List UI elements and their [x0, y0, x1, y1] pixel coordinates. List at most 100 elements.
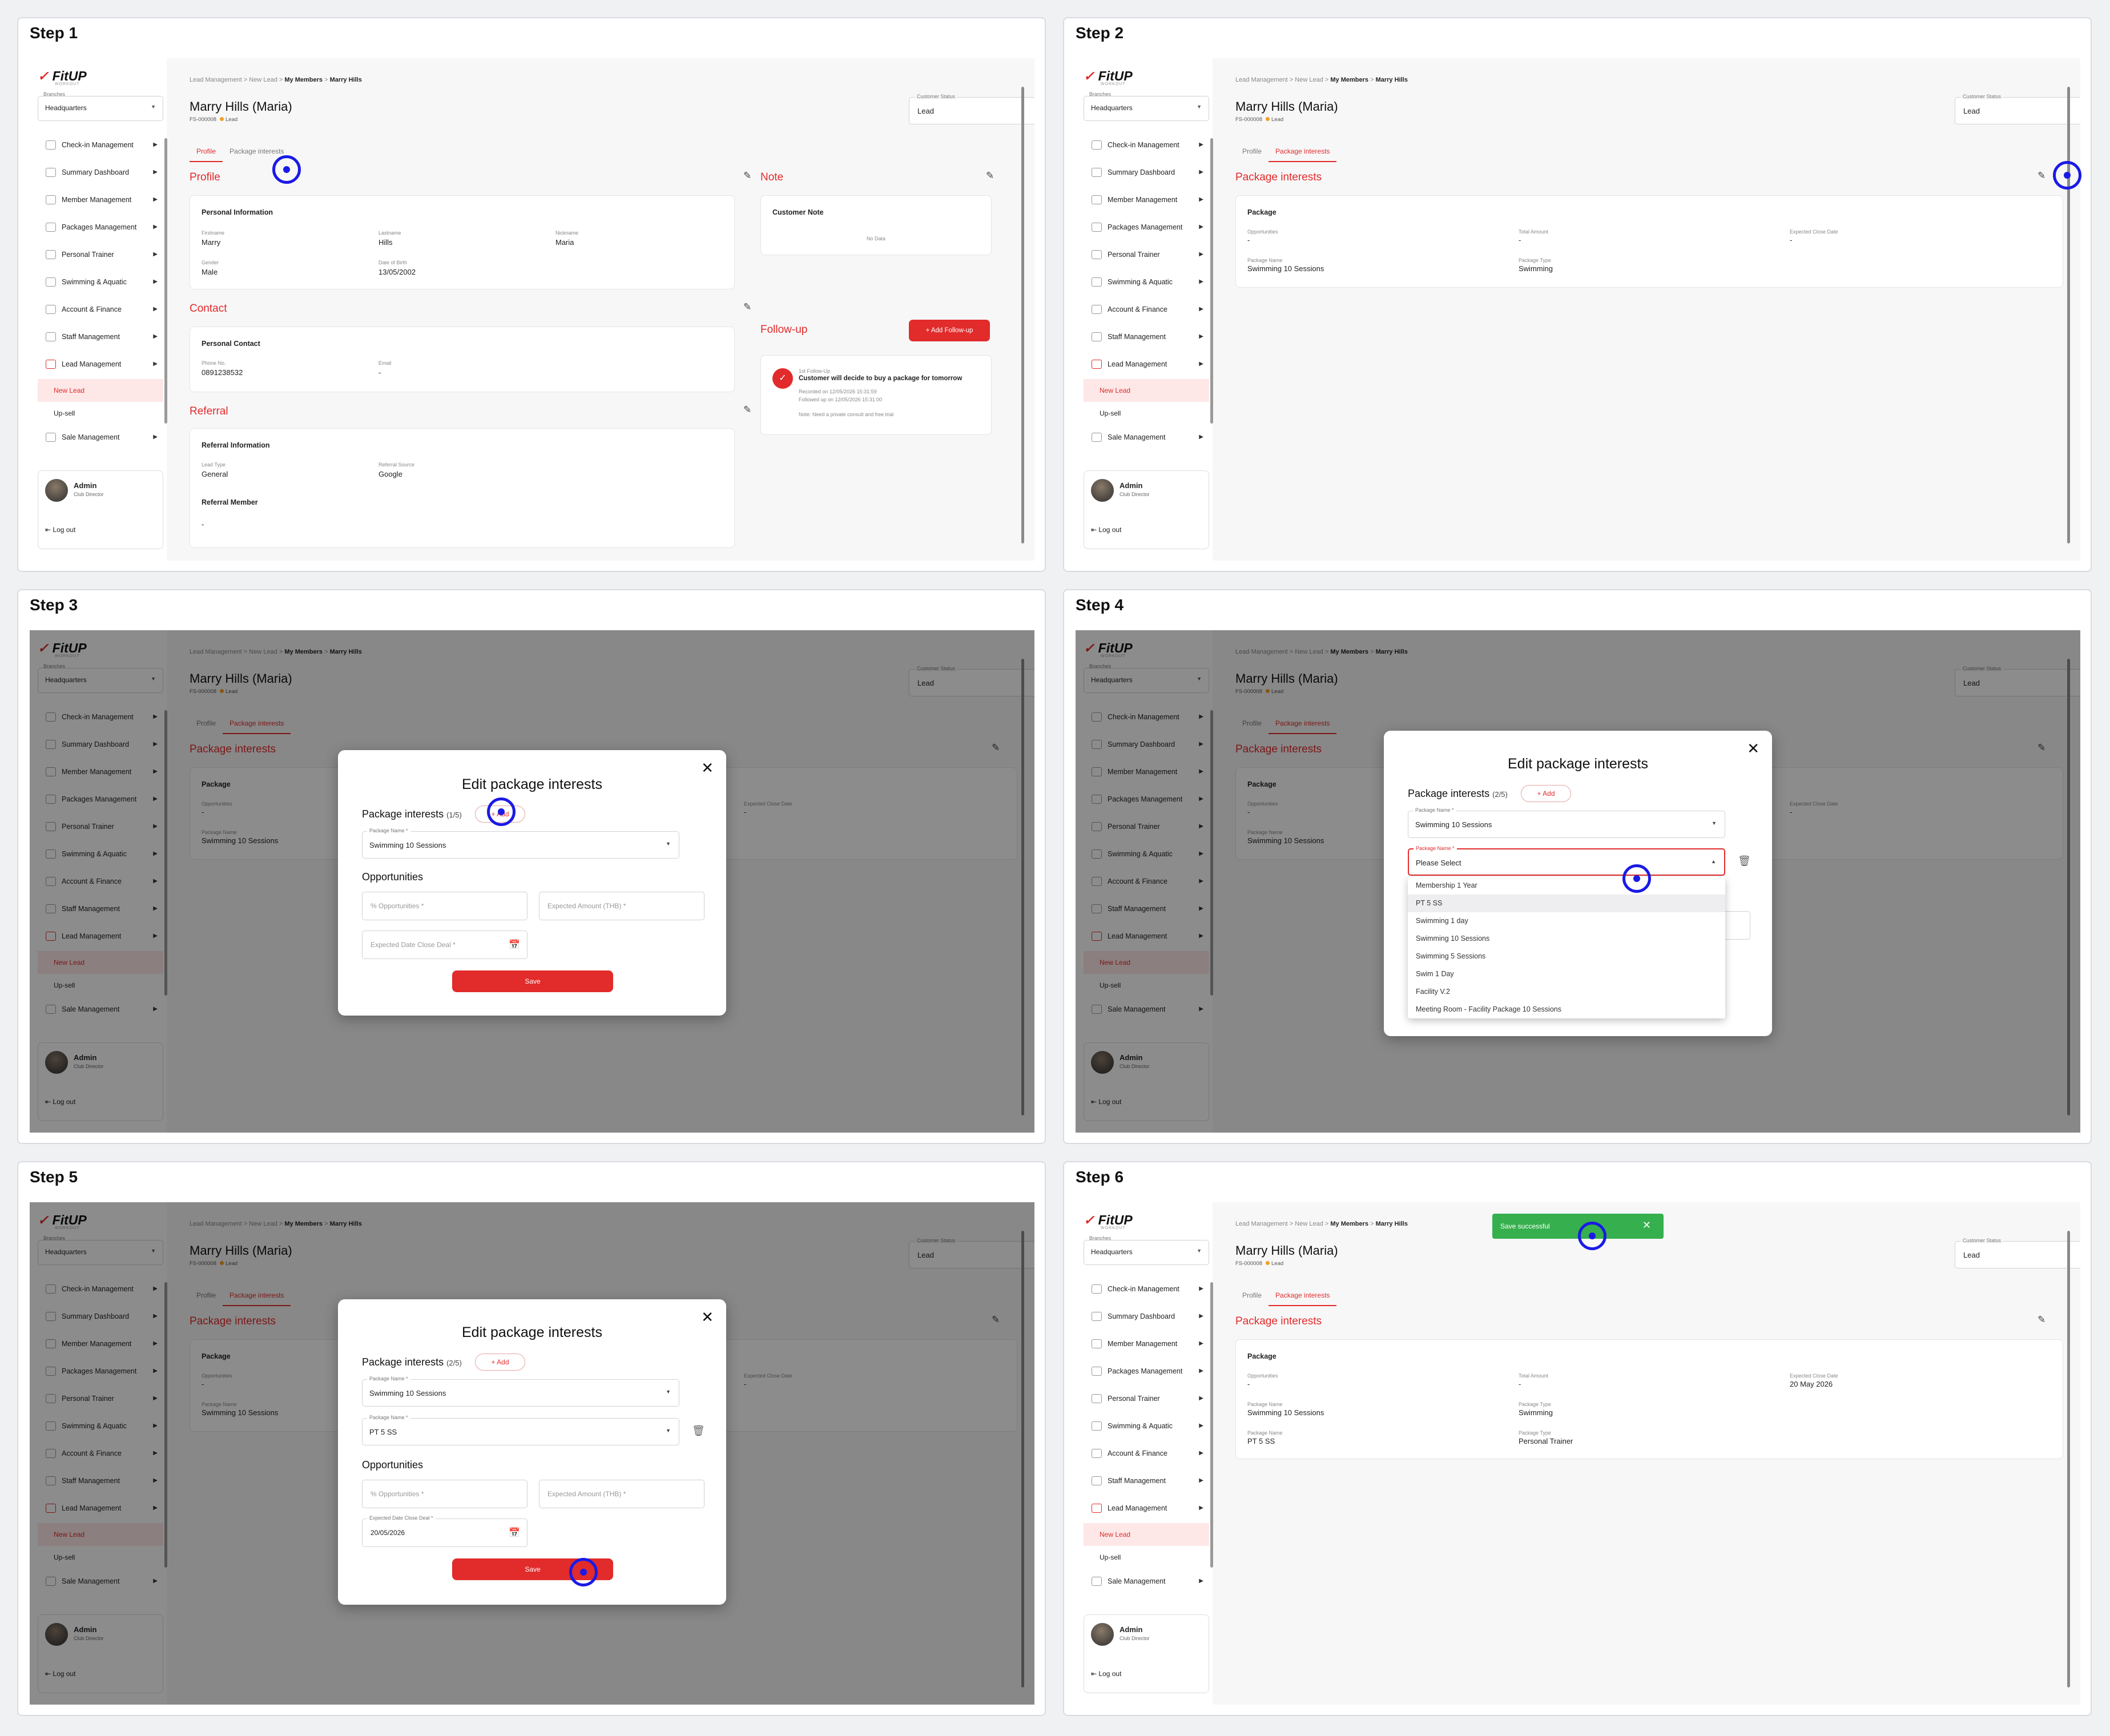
submenu-item-1[interactable]: Up-sell	[1084, 402, 1209, 425]
edit-referral-icon[interactable]: ✎	[743, 404, 751, 416]
add-followup-button[interactable]: + Add Follow-up	[909, 320, 990, 341]
opportunity-input[interactable]: % Opportunities *	[362, 892, 528, 920]
dropdown-option[interactable]: PT 5 SS	[1408, 895, 1725, 912]
edit-package-icon[interactable]: ✎	[2037, 170, 2045, 182]
sidebar-item-7[interactable]: Staff Management ▶	[1084, 324, 1209, 352]
breadcrumb-item[interactable]: Lead Management	[1235, 1221, 1288, 1227]
save-button[interactable]: Save	[452, 970, 613, 992]
sidebar-scrollbar[interactable]	[164, 138, 167, 424]
dropdown-option[interactable]: Facility V.2	[1408, 983, 1725, 1001]
sidebar-item-4[interactable]: Personal Trainer ▶	[1084, 1386, 1209, 1413]
avatar[interactable]	[45, 479, 68, 502]
trash-icon[interactable]: 🗑	[1738, 855, 1751, 867]
tab-profile[interactable]: Profile	[1235, 144, 1269, 162]
sidebar-item-6[interactable]: Account & Finance ▶	[1084, 297, 1209, 324]
submenu-item-1[interactable]: Up-sell	[38, 402, 163, 425]
sidebar-item-3[interactable]: Packages Management ▶	[1084, 1359, 1209, 1386]
submenu-item-1[interactable]: Up-sell	[1084, 1546, 1209, 1569]
dropdown-option[interactable]: Meeting Room - Facility Package 10 Sessi…	[1408, 1001, 1725, 1018]
close-icon[interactable]: ✕	[701, 1308, 714, 1326]
dropdown-option[interactable]: Swim 1 Day	[1408, 965, 1725, 983]
sidebar-item-1[interactable]: Summary Dashboard ▶	[1084, 1304, 1209, 1331]
package-name-select[interactable]: Package Name * Swimming 10 Sessions ▼	[362, 828, 679, 859]
close-icon[interactable]: ✕	[1642, 1219, 1651, 1231]
logout-button[interactable]: ⇤ Log out	[1091, 526, 1121, 534]
main-scrollbar[interactable]	[2067, 1231, 2070, 1687]
tab-package-interests[interactable]: Package interests	[1269, 1288, 1337, 1306]
edit-package-icon[interactable]: ✎	[2037, 1314, 2045, 1326]
sidebar-item-8[interactable]: Lead Management ▶	[38, 352, 163, 379]
breadcrumb-item[interactable]: My Members	[284, 76, 323, 83]
breadcrumb-item[interactable]: Lead Management	[190, 76, 242, 83]
amount-input[interactable]: Expected Amount (THB) *	[539, 892, 704, 920]
branch-select[interactable]: Headquarters ▼	[1084, 96, 1209, 121]
breadcrumb-item[interactable]: Marry Hills	[1376, 76, 1408, 83]
sidebar-item-2[interactable]: Member Management ▶	[38, 187, 163, 215]
sidebar-item-3[interactable]: Packages Management ▶	[1084, 215, 1209, 242]
sidebar-item-3[interactable]: Packages Management ▶	[38, 215, 163, 242]
sidebar-item-7[interactable]: Staff Management ▶	[1084, 1468, 1209, 1496]
add-package-button[interactable]: + Add	[475, 1354, 525, 1371]
customer-status-select[interactable]: Lead▼	[1955, 1241, 2080, 1268]
submenu-item-0[interactable]: New Lead	[1084, 379, 1209, 402]
tab-profile[interactable]: Profile	[190, 144, 223, 162]
logout-button[interactable]: ⇤ Log out	[45, 526, 75, 534]
sidebar-item-sale[interactable]: Sale Management ▶	[1084, 425, 1209, 452]
sidebar-item-4[interactable]: Personal Trainer ▶	[38, 242, 163, 269]
logout-button[interactable]: ⇤ Log out	[1091, 1670, 1121, 1678]
branch-select[interactable]: Headquarters ▼	[38, 96, 163, 121]
sidebar-item-0[interactable]: Check-in Management ▶	[1084, 1276, 1209, 1304]
customer-status-select[interactable]: Lead▼	[909, 97, 1034, 124]
sidebar-item-7[interactable]: Staff Management ▶	[38, 324, 163, 352]
sidebar-item-5[interactable]: Swimming & Aquatic ▶	[1084, 269, 1209, 297]
sidebar-item-1[interactable]: Summary Dashboard ▶	[1084, 160, 1209, 187]
avatar[interactable]	[1091, 479, 1114, 502]
sidebar-item-sale[interactable]: Sale Management ▶	[38, 425, 163, 452]
breadcrumb-item[interactable]: Marry Hills	[330, 76, 362, 83]
date-input[interactable]: Expected Date Close Deal * 📅	[362, 931, 528, 959]
edit-contact-icon[interactable]: ✎	[743, 301, 751, 313]
sidebar-item-8[interactable]: Lead Management ▶	[1084, 352, 1209, 379]
sidebar-item-6[interactable]: Account & Finance ▶	[1084, 1441, 1209, 1468]
sidebar-item-0[interactable]: Check-in Management ▶	[38, 132, 163, 160]
breadcrumb-item[interactable]: My Members	[1330, 76, 1368, 83]
calendar-icon[interactable]: 📅	[509, 1527, 520, 1538]
sidebar-item-2[interactable]: Member Management ▶	[1084, 1331, 1209, 1359]
sidebar-item-2[interactable]: Member Management ▶	[1084, 187, 1209, 215]
sidebar-item-8[interactable]: Lead Management ▶	[1084, 1496, 1209, 1523]
breadcrumb-item[interactable]: New Lead	[249, 76, 277, 83]
breadcrumb-item[interactable]: New Lead	[1295, 1221, 1323, 1227]
calendar-icon[interactable]: 📅	[509, 939, 520, 950]
date-input[interactable]: Expected Date Close Deal * 20/05/2026 📅	[362, 1515, 528, 1547]
customer-status-select[interactable]: Lead▼	[1955, 97, 2080, 124]
breadcrumb-item[interactable]: New Lead	[1295, 76, 1323, 83]
sidebar-item-5[interactable]: Swimming & Aquatic ▶	[1084, 1413, 1209, 1441]
dropdown-option[interactable]: Swimming 5 Sessions	[1408, 948, 1725, 965]
main-scrollbar[interactable]	[1021, 87, 1024, 543]
tab-profile[interactable]: Profile	[1235, 1288, 1269, 1306]
package-name-select-2[interactable]: Package Name * PT 5 SS ▼	[362, 1415, 679, 1445]
sidebar-scrollbar[interactable]	[1210, 138, 1213, 424]
sidebar-item-0[interactable]: Check-in Management ▶	[1084, 132, 1209, 160]
close-icon[interactable]: ✕	[701, 759, 714, 777]
sidebar-item-6[interactable]: Account & Finance ▶	[38, 297, 163, 324]
sidebar-scrollbar[interactable]	[1210, 1282, 1213, 1568]
trash-icon[interactable]: 🗑	[692, 1425, 705, 1437]
sidebar-item-sale[interactable]: Sale Management ▶	[1084, 1569, 1209, 1596]
opportunity-input[interactable]: % Opportunities *	[362, 1480, 528, 1508]
package-name-select[interactable]: Package Name * Swimming 10 Sessions ▼	[362, 1376, 679, 1407]
breadcrumb-item[interactable]: Marry Hills	[1376, 1221, 1408, 1227]
submenu-item-0[interactable]: New Lead	[38, 379, 163, 402]
close-icon[interactable]: ✕	[1747, 740, 1759, 758]
sidebar-item-4[interactable]: Personal Trainer ▶	[1084, 242, 1209, 269]
tab-package-interests[interactable]: Package interests	[1269, 144, 1337, 162]
edit-note-icon[interactable]: ✎	[986, 170, 994, 182]
dropdown-option[interactable]: Membership 1 Year	[1408, 877, 1725, 895]
package-name-select[interactable]: Package Name * Swimming 10 Sessions ▼	[1408, 807, 1725, 838]
breadcrumb-item[interactable]: Lead Management	[1235, 76, 1288, 83]
sidebar-item-1[interactable]: Summary Dashboard ▶	[38, 160, 163, 187]
package-name-select-2[interactable]: Package Name * Please Select ▲	[1408, 845, 1725, 876]
main-scrollbar[interactable]	[2067, 87, 2070, 543]
dropdown-option[interactable]: Swimming 10 Sessions	[1408, 930, 1725, 948]
dropdown-option[interactable]: Swimming 1 day	[1408, 912, 1725, 930]
